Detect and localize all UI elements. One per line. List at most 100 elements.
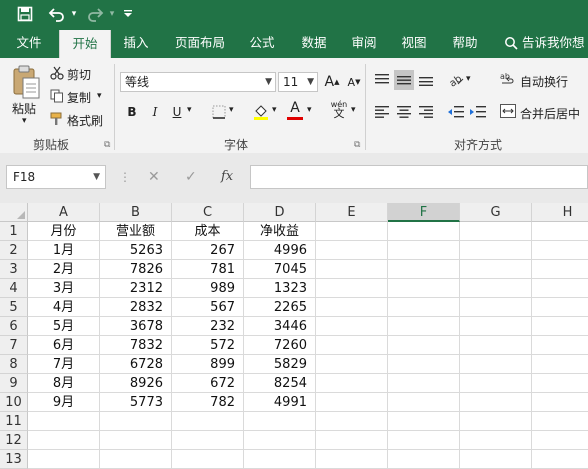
data-cell[interactable]: 4996	[244, 241, 316, 260]
empty-cell[interactable]	[532, 241, 588, 260]
data-cell[interactable]: 989	[172, 279, 244, 298]
data-cell[interactable]	[28, 412, 100, 431]
empty-cell[interactable]	[532, 336, 588, 355]
column-header-e[interactable]: E	[316, 203, 388, 222]
data-cell[interactable]: 782	[172, 393, 244, 412]
empty-cell[interactable]	[532, 355, 588, 374]
tab-formulas[interactable]: 公式	[240, 28, 284, 58]
tab-view[interactable]: 视图	[392, 28, 436, 58]
save-icon[interactable]	[14, 4, 36, 24]
column-header-g[interactable]: G	[460, 203, 532, 222]
empty-cell[interactable]	[316, 355, 388, 374]
row-header[interactable]: 11	[0, 412, 28, 431]
cut-icon[interactable]	[50, 66, 64, 83]
tab-review[interactable]: 审阅	[342, 28, 386, 58]
data-cell[interactable]: 7月	[28, 355, 100, 374]
empty-cell[interactable]	[388, 241, 460, 260]
row-header[interactable]: 1	[0, 222, 28, 241]
empty-cell[interactable]	[460, 336, 532, 355]
data-cell[interactable]	[172, 431, 244, 450]
enter-icon[interactable]: ✓	[185, 165, 197, 189]
column-header-d[interactable]: D	[244, 203, 316, 222]
empty-cell[interactable]	[460, 393, 532, 412]
data-cell[interactable]: 7045	[244, 260, 316, 279]
phonetic-guide-icon[interactable]: wén 文	[328, 100, 350, 120]
empty-cell[interactable]	[460, 241, 532, 260]
data-cell[interactable]: 2312	[100, 279, 172, 298]
empty-cell[interactable]	[460, 222, 532, 241]
empty-cell[interactable]	[532, 450, 588, 469]
empty-cell[interactable]	[316, 317, 388, 336]
empty-cell[interactable]	[532, 317, 588, 336]
underline-dropdown-icon[interactable]: ▾	[187, 105, 192, 115]
grow-font-button[interactable]: A ▲	[322, 72, 342, 92]
empty-cell[interactable]	[316, 336, 388, 355]
middle-align-icon[interactable]	[394, 70, 414, 90]
empty-cell[interactable]	[316, 241, 388, 260]
empty-cell[interactable]	[316, 222, 388, 241]
font-color-dropdown-icon[interactable]: ▾	[307, 105, 312, 115]
phonetic-dropdown-icon[interactable]: ▾	[351, 105, 356, 115]
paste-dropdown-icon[interactable]: ▾	[22, 116, 27, 126]
data-cell[interactable]: 1月	[28, 241, 100, 260]
empty-cell[interactable]	[316, 412, 388, 431]
data-cell[interactable]: 6728	[100, 355, 172, 374]
row-header[interactable]: 13	[0, 450, 28, 469]
header-cell[interactable]: 净收益	[244, 222, 316, 241]
insert-function-icon[interactable]: fx	[221, 165, 233, 189]
empty-cell[interactable]	[532, 374, 588, 393]
empty-cell[interactable]	[388, 393, 460, 412]
row-header[interactable]: 8	[0, 355, 28, 374]
cut-button[interactable]: 剪切	[67, 66, 91, 83]
merge-center-button[interactable]: 合并后居中	[520, 105, 580, 122]
align-center-icon[interactable]	[394, 102, 414, 122]
tab-home[interactable]: 开始	[59, 30, 111, 58]
header-cell[interactable]: 营业额	[100, 222, 172, 241]
wrap-text-button[interactable]: 自动换行	[520, 73, 568, 90]
empty-cell[interactable]	[388, 374, 460, 393]
data-cell[interactable]: 3月	[28, 279, 100, 298]
data-cell[interactable]: 8926	[100, 374, 172, 393]
row-header[interactable]: 5	[0, 298, 28, 317]
empty-cell[interactable]	[316, 260, 388, 279]
data-cell[interactable]: 4月	[28, 298, 100, 317]
empty-cell[interactable]	[388, 336, 460, 355]
underline-button[interactable]: U	[167, 102, 187, 122]
empty-cell[interactable]	[316, 374, 388, 393]
redo-icon[interactable]	[84, 4, 106, 24]
fill-color-icon[interactable]	[252, 102, 270, 123]
font-launcher-icon[interactable]: ⧉	[354, 140, 360, 150]
data-cell[interactable]: 6月	[28, 336, 100, 355]
data-cell[interactable]: 267	[172, 241, 244, 260]
data-cell[interactable]	[100, 431, 172, 450]
column-header-a[interactable]: A	[28, 203, 100, 222]
row-header[interactable]: 9	[0, 374, 28, 393]
fill-color-dropdown-icon[interactable]: ▾	[272, 105, 277, 115]
data-cell[interactable]: 232	[172, 317, 244, 336]
bottom-align-icon[interactable]	[416, 70, 436, 90]
copy-dropdown-icon[interactable]: ▾	[97, 91, 102, 101]
name-box[interactable]: F18 ▼	[6, 165, 106, 189]
undo-dropdown-icon[interactable]: ▾	[69, 4, 79, 24]
data-cell[interactable]: 2832	[100, 298, 172, 317]
merge-center-icon[interactable]	[500, 104, 516, 121]
data-cell[interactable]: 2月	[28, 260, 100, 279]
increase-indent-icon[interactable]	[468, 102, 488, 122]
data-cell[interactable]	[28, 431, 100, 450]
data-cell[interactable]: 5829	[244, 355, 316, 374]
empty-cell[interactable]	[316, 393, 388, 412]
empty-cell[interactable]	[532, 431, 588, 450]
header-cell[interactable]: 成本	[172, 222, 244, 241]
tell-me-box[interactable]: 告诉我你想	[522, 28, 588, 58]
column-header-b[interactable]: B	[100, 203, 172, 222]
header-cell[interactable]: 月份	[28, 222, 100, 241]
tab-data[interactable]: 数据	[292, 28, 336, 58]
empty-cell[interactable]	[460, 298, 532, 317]
paste-icon[interactable]	[10, 64, 42, 100]
row-header[interactable]: 7	[0, 336, 28, 355]
empty-cell[interactable]	[460, 279, 532, 298]
data-cell[interactable]: 572	[172, 336, 244, 355]
data-cell[interactable]: 5263	[100, 241, 172, 260]
empty-cell[interactable]	[532, 393, 588, 412]
chevron-down-icon[interactable]: ▼	[93, 166, 100, 188]
